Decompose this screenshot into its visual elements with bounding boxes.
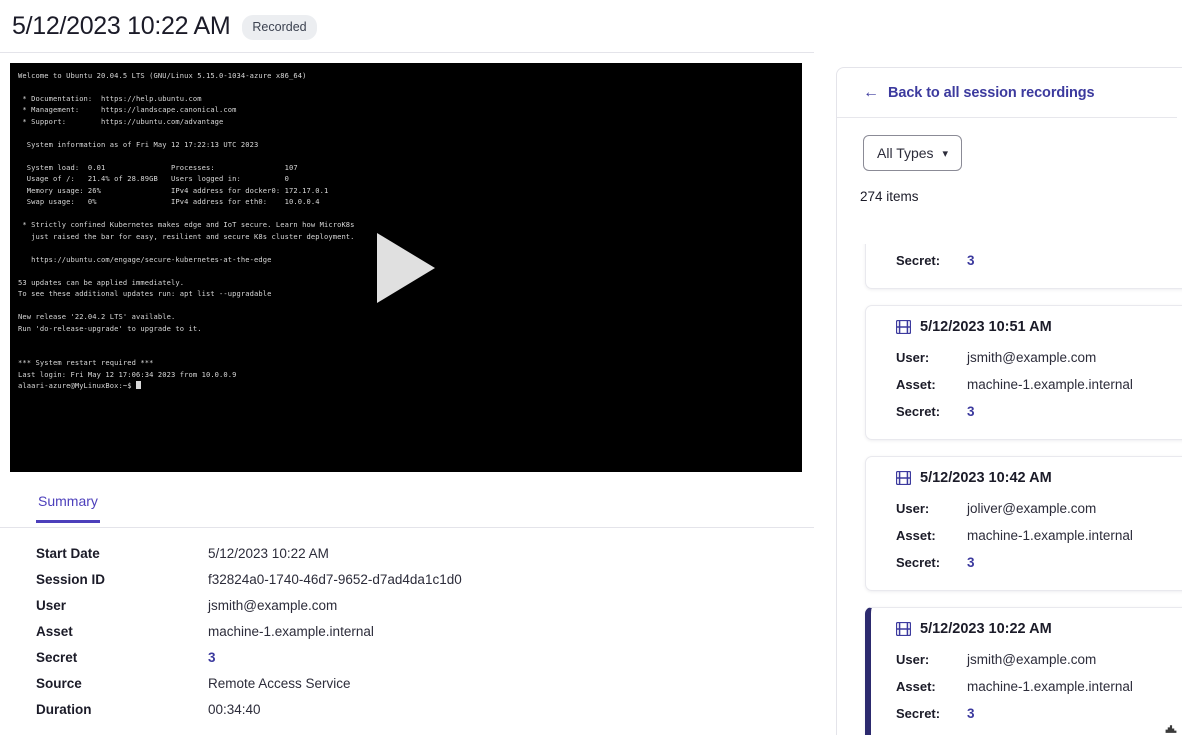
summary-row-label: Start Date — [36, 545, 100, 561]
tab-summary[interactable]: Summary — [36, 490, 100, 523]
recording-card-row: User: jsmith@example.com — [866, 344, 1182, 371]
page-title: 5/12/2023 10:22 AM — [12, 11, 231, 40]
recording-card[interactable]: Asset:machine-1.example.internalSecret:3 — [865, 244, 1182, 289]
summary-row-label: Duration — [36, 701, 92, 717]
recording-card-row-value: jsmith@example.com — [967, 652, 1097, 667]
recording-card-row-key: Secret: — [896, 404, 941, 419]
filter-row: All Types ▾ — [837, 118, 1182, 171]
summary-row: Start Date 5/12/2023 10:22 AM — [0, 540, 814, 566]
summary-row-value: machine-1.example.internal — [208, 623, 374, 639]
recording-card-row: Secret: 3 — [866, 247, 1182, 274]
summary-row-value: 5/12/2023 10:22 AM — [208, 545, 329, 561]
summary-row: User jsmith@example.com — [0, 592, 814, 618]
page-header: 5/12/2023 10:22 AM Recorded — [0, 0, 1182, 52]
recording-card-row-key: User: — [896, 350, 930, 365]
recording-card-row-value: machine-1.example.internal — [967, 528, 1133, 543]
recording-card-row: Secret: 3 — [866, 398, 1182, 425]
recording-card[interactable]: 5/12/2023 10:51 AM User: jsmith@example.co… — [865, 305, 1182, 440]
play-icon[interactable] — [377, 232, 435, 303]
arrow-left-icon: ← — [863, 83, 879, 101]
recording-card-header: 5/12/2023 10:22 AM — [871, 621, 1182, 637]
recording-card-row: Secret: 3 — [871, 700, 1182, 727]
summary-row: Source Remote Access Service — [0, 670, 814, 696]
recording-card-row-value[interactable]: 3 — [967, 555, 975, 570]
recording-card[interactable]: 5/12/2023 10:42 AM User: joliver@example.c… — [865, 456, 1182, 591]
recording-card-row: User: jsmith@example.com — [871, 646, 1182, 673]
recording-card-row-key: Asset: — [896, 377, 936, 392]
summary-row-label: Source — [36, 675, 82, 691]
session-recording-page: 5/12/2023 10:22 AM Recorded Welcome to U… — [0, 0, 1182, 735]
recording-card-row-value: machine-1.example.internal — [967, 377, 1133, 392]
recording-card-date: 5/12/2023 10:51 AM — [920, 319, 1052, 335]
session-video-player[interactable]: Welcome to Ubuntu 20.04.5 LTS (GNU/Linux… — [10, 63, 802, 472]
summary-row: Duration 00:34:40 — [0, 696, 814, 722]
recording-card-row: Secret: 3 — [866, 549, 1182, 576]
recordings-list: Asset: machine-1.example.internal Secret: 3… — [837, 244, 1182, 735]
summary-row-label: Session ID — [36, 571, 106, 587]
summary-row-value: 00:34:40 — [208, 701, 261, 717]
recording-card-row-key: Secret: — [896, 706, 941, 721]
film-strip-icon — [896, 320, 911, 334]
recording-card-row: User: joliver@example.com — [866, 495, 1182, 522]
recording-card-header: 5/12/2023 10:51 AM — [866, 319, 1182, 335]
recording-card-row-key: Asset: — [896, 528, 936, 543]
summary-row-value[interactable]: 3 — [208, 650, 216, 665]
session-recordings-panel: ← Back to all session recordings All Typ… — [836, 67, 1182, 735]
recording-card-header: 5/12/2023 10:42 AM — [866, 470, 1182, 486]
recording-card-row-value: joliver@example.com — [967, 501, 1097, 516]
type-filter-label: All Types — [877, 145, 934, 161]
session-detail-pane: Welcome to Ubuntu 20.04.5 LTS (GNU/Linux… — [0, 52, 814, 735]
summary-row-label: Secret — [36, 649, 78, 665]
recording-card-row-value[interactable]: 3 — [967, 404, 975, 419]
chevron-down-icon: ▾ — [942, 147, 949, 160]
recording-card-row-key: User: — [896, 652, 930, 667]
recording-card-row-key: User: — [896, 501, 930, 516]
summary-row: Secret 3 — [0, 644, 814, 670]
recording-card-selected[interactable]: 5/12/2023 10:22 AM User: jsmith@example.co… — [865, 607, 1182, 735]
film-strip-icon — [896, 471, 911, 485]
recording-card-row: Asset: machine-1.example.internal — [866, 371, 1182, 398]
summary-row-value: jsmith@example.com — [208, 597, 338, 613]
recording-card-row-value[interactable]: 3 — [967, 253, 975, 268]
summary-row-value: Remote Access Service — [208, 675, 351, 691]
summary-row: Session ID f32824a0-1740-46d7-9652-d7ad4d… — [0, 566, 814, 592]
summary-row-label: User — [36, 597, 67, 613]
back-to-all-session-recordings-link[interactable]: ← Back to all session recordings — [837, 68, 1177, 118]
film-strip-icon — [896, 622, 911, 636]
recording-card-row-key: Asset: — [896, 679, 936, 694]
status-badge: Recorded — [242, 14, 317, 41]
recording-card-date: 5/12/2023 10:22 AM — [920, 621, 1052, 637]
summary-row: Asset machine-1.example.internal — [0, 618, 814, 644]
recording-card-date: 5/12/2023 10:42 AM — [920, 470, 1052, 486]
type-filter-select[interactable]: All Types ▾ — [863, 135, 963, 171]
recording-card-row: Asset: machine-1.example.internal — [866, 522, 1182, 549]
summary-row-label: Asset — [36, 623, 73, 639]
recording-card-row-value: jsmith@example.com — [967, 350, 1097, 365]
summary-row-value: f32824a0-1740-46d7-9652-d7ad4da1c1d0 — [208, 571, 462, 587]
terminal-cursor — [136, 381, 142, 390]
recording-card-row-value: machine-1.example.internal — [967, 679, 1133, 694]
items-count: 274 items — [860, 189, 919, 204]
recording-card-row: Asset: machine-1.example.internal — [871, 673, 1182, 700]
recording-card-row-key: Secret: — [896, 253, 941, 268]
summary-table: Start Date 5/12/2023 10:22 AM Session ID f3… — [0, 540, 814, 722]
recording-card-row-key: Secret: — [896, 555, 941, 570]
detail-tabs: Summary — [0, 490, 814, 528]
recording-card-row-value[interactable]: 3 — [967, 706, 975, 721]
back-link-label: Back to all session recordings — [888, 84, 1095, 101]
terminal-output: Welcome to Ubuntu 20.04.5 LTS (GNU/Linux… — [18, 71, 355, 391]
